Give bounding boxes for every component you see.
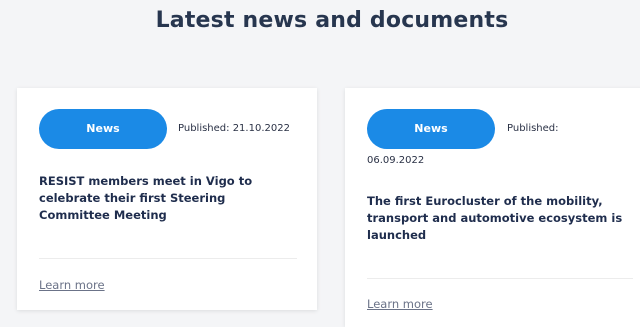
card-divider bbox=[367, 278, 633, 279]
published-label: Published: bbox=[507, 123, 559, 134]
news-card[interactable]: News Published: 21.10.2022 RESIST member… bbox=[17, 88, 317, 310]
section-title: Latest news and documents bbox=[155, 8, 509, 33]
news-headline[interactable]: RESIST members meet in Vigo to celebrate… bbox=[39, 173, 279, 224]
card-divider bbox=[39, 258, 297, 259]
published-date: Published: 21.10.2022 bbox=[178, 123, 290, 134]
news-badge[interactable]: News bbox=[367, 109, 495, 149]
published-date: 06.09.2022 bbox=[367, 155, 425, 166]
news-headline[interactable]: The first Eurocluster of the mobility, t… bbox=[367, 193, 637, 244]
learn-more-link[interactable]: Learn more bbox=[39, 278, 105, 292]
news-card[interactable]: News Published: 06.09.2022 The first Eur… bbox=[345, 88, 640, 327]
news-badge[interactable]: News bbox=[39, 109, 167, 149]
learn-more-link[interactable]: Learn more bbox=[367, 297, 433, 311]
